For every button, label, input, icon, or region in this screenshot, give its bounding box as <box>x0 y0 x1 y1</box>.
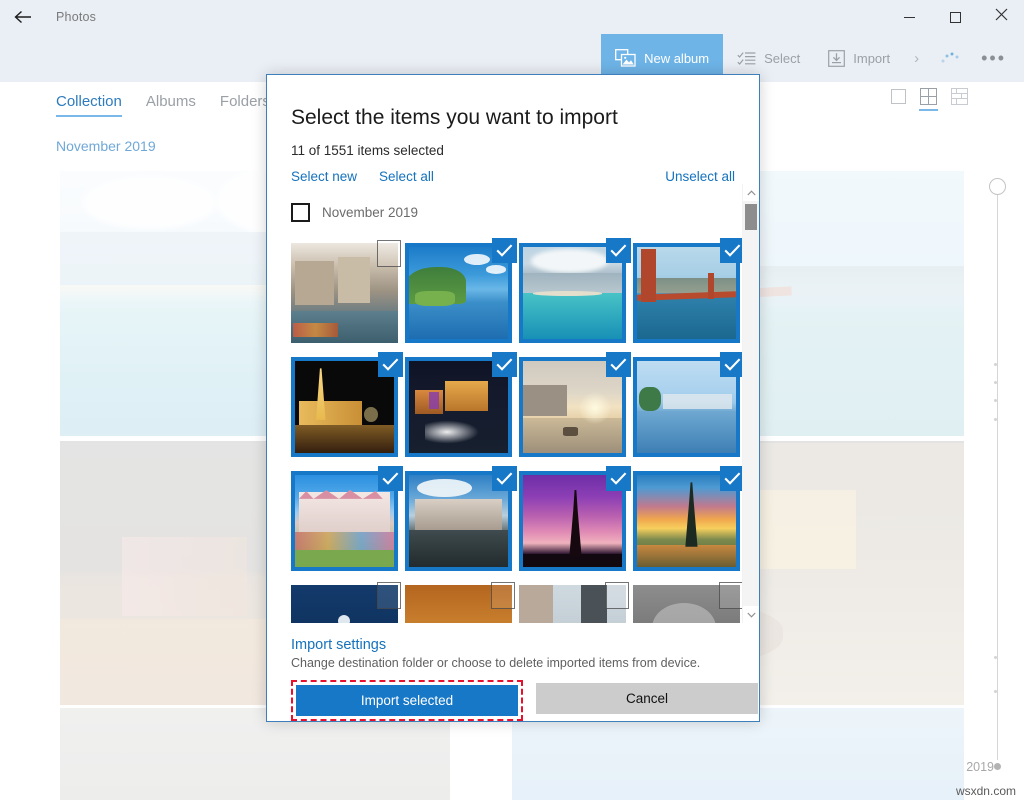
select-all-link[interactable]: Select all <box>379 169 434 184</box>
import-settings-link[interactable]: Import settings <box>291 637 759 653</box>
checked-checkbox-icon[interactable] <box>606 238 631 263</box>
close-icon <box>995 8 1008 26</box>
scrubber-tick <box>994 656 997 659</box>
app-title: Photos <box>56 10 96 24</box>
dialog-footer: Import settings Change destination folde… <box>267 623 759 721</box>
group-checkbox[interactable] <box>291 203 310 222</box>
thumbnail-disneyland-hotel-day[interactable] <box>291 464 405 578</box>
thumbnail-partial-ship-scene[interactable] <box>519 578 633 623</box>
thumbnail-partial-rock-scene[interactable] <box>405 578 519 623</box>
scrubber-handle[interactable] <box>989 178 1006 195</box>
group-label: November 2019 <box>322 205 418 220</box>
checked-checkbox-icon[interactable] <box>492 352 517 377</box>
scrubber-year-label: 2019 <box>966 760 994 774</box>
import-settings-description: Change destination folder or choose to d… <box>291 656 759 670</box>
checked-checkbox-icon[interactable] <box>378 352 403 377</box>
checked-checkbox-icon[interactable] <box>378 466 403 491</box>
thumbnail-eiffel-tower-sunset[interactable] <box>633 464 747 578</box>
import-icon <box>828 50 845 67</box>
dialog-title: Select the items you want to import <box>291 106 759 130</box>
scrubber-tick <box>994 381 997 384</box>
window-controls <box>886 0 1024 34</box>
select-label: Select <box>764 51 800 66</box>
thumbnail-seine-river-day[interactable] <box>633 350 747 464</box>
thumbnail-golden-gate-bridge[interactable] <box>633 236 747 350</box>
thumbnail-grid <box>291 236 749 623</box>
new-album-label: New album <box>644 51 709 66</box>
thumbnail-partial-gray-scene[interactable] <box>633 578 747 623</box>
scrollbar-track[interactable] <box>743 201 759 606</box>
minimize-button[interactable] <box>886 0 932 34</box>
dialog-scroll-area: November 2019 <box>267 184 759 623</box>
thumbnail-paris-las-vegas-night[interactable] <box>291 350 405 464</box>
grid-2x2-icon <box>920 88 937 105</box>
thumbnail-honolulu-coast[interactable] <box>519 236 633 350</box>
dialog-selection-count: 11 of 1551 items selected <box>291 143 759 158</box>
scrubber-tick <box>994 690 997 693</box>
dialog-scrollbar[interactable] <box>742 184 759 623</box>
unchecked-checkbox-icon[interactable] <box>377 582 401 609</box>
thumbnail-las-vegas-strip-night[interactable] <box>405 350 519 464</box>
maximize-icon <box>950 12 961 23</box>
cancel-button-wrap: Cancel <box>533 680 761 721</box>
import-dialog: Select the items you want to import 11 o… <box>266 74 760 722</box>
unchecked-checkbox-icon[interactable] <box>491 582 515 609</box>
watermark: wsxdn.com <box>956 784 1016 798</box>
dialog-button-row: Import selected Cancel <box>291 680 759 721</box>
unselect-all-link[interactable]: Unselect all <box>665 169 735 184</box>
month-header: November 2019 <box>56 138 156 154</box>
unchecked-checkbox-icon[interactable] <box>377 240 401 267</box>
scrubber-rail <box>997 192 998 760</box>
unchecked-checkbox-icon[interactable] <box>719 582 743 609</box>
maximize-button[interactable] <box>932 0 978 34</box>
single-view-toggle[interactable] <box>891 89 906 110</box>
checked-checkbox-icon[interactable] <box>606 466 631 491</box>
minimize-icon <box>904 17 915 18</box>
scrubber-year-dot <box>994 763 1001 770</box>
thumbnail-seine-river-sunset[interactable] <box>519 350 633 464</box>
small-grid-view-toggle[interactable] <box>951 88 968 111</box>
dialog-selection-links: Select new Select all Unselect all <box>291 169 735 184</box>
checked-checkbox-icon[interactable] <box>606 352 631 377</box>
scroll-down-arrow-icon[interactable] <box>743 606 759 623</box>
thumbnail-eiffel-tower-purple-sky[interactable] <box>519 464 633 578</box>
scrubber-tick <box>994 363 997 366</box>
unchecked-checkbox-icon[interactable] <box>605 582 629 609</box>
loading-spinner-icon <box>929 50 971 66</box>
title-bar: Photos <box>0 0 1024 34</box>
single-square-icon <box>891 89 906 104</box>
import-selected-highlight: Import selected <box>291 680 523 721</box>
photos-app-window: Photos <box>0 0 1024 800</box>
back-button[interactable] <box>0 0 46 34</box>
thumbnail-lauterbrunnen-village[interactable] <box>291 236 405 350</box>
scrollbar-thumb[interactable] <box>745 204 757 230</box>
view-size-toggles <box>891 88 968 111</box>
new-album-icon <box>615 49 636 67</box>
thumbnail-lake-hillside[interactable] <box>405 236 519 350</box>
select-icon <box>737 51 756 66</box>
thumbnail-partial-night-scene[interactable] <box>291 578 405 623</box>
import-button[interactable]: Import <box>814 34 904 82</box>
tab-collection[interactable]: Collection <box>56 93 122 113</box>
tab-folders[interactable]: Folders <box>220 93 270 113</box>
checked-checkbox-icon[interactable] <box>492 466 517 491</box>
back-arrow-icon <box>13 9 33 25</box>
scrubber-tick <box>994 418 997 421</box>
chevron-right-icon[interactable]: › <box>904 50 929 67</box>
group-header-november-2019[interactable]: November 2019 <box>291 203 759 222</box>
cancel-button[interactable]: Cancel <box>536 683 758 714</box>
close-button[interactable] <box>978 0 1024 34</box>
tab-albums[interactable]: Albums <box>146 93 196 113</box>
timeline-scrubber[interactable]: 2019 <box>980 178 1016 778</box>
import-selected-button[interactable]: Import selected <box>296 685 518 716</box>
medium-grid-view-toggle[interactable] <box>920 88 937 111</box>
scrubber-tick <box>994 399 997 402</box>
scroll-up-arrow-icon[interactable] <box>743 184 759 201</box>
import-label: Import <box>853 51 890 66</box>
thumbnail-disneyland-hotel-evening[interactable] <box>405 464 519 578</box>
grid-3x3-icon <box>951 88 968 105</box>
select-new-link[interactable]: Select new <box>291 169 357 184</box>
checked-checkbox-icon[interactable] <box>492 238 517 263</box>
